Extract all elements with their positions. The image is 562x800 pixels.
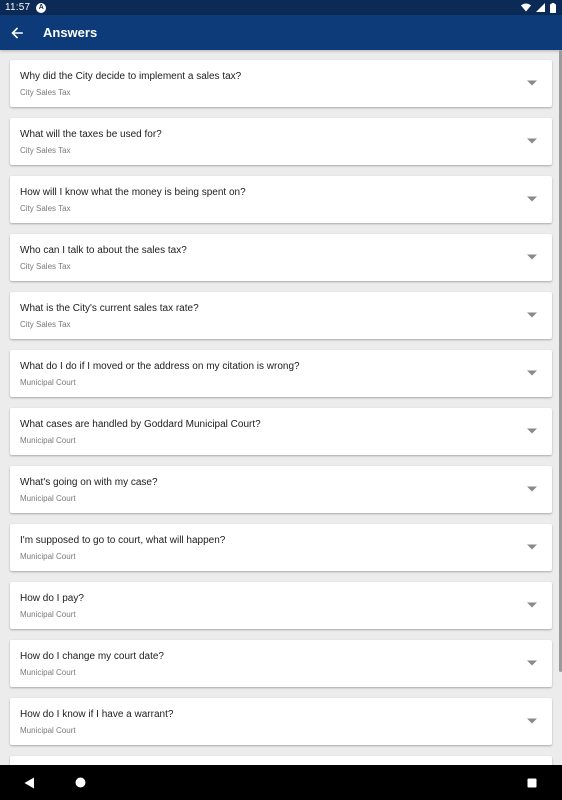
chevron-down-icon[interactable] — [526, 601, 538, 609]
app-bar: Answers — [0, 15, 562, 50]
signal-icon — [536, 3, 545, 12]
faq-item[interactable]: What cases are handled by Goddard Munici… — [10, 408, 552, 455]
status-bar: 11:57 A — [0, 0, 562, 15]
faq-question: What's going on with my case? — [20, 477, 158, 488]
faq-category: City Sales Tax — [20, 88, 71, 97]
faq-category: Municipal Court — [20, 436, 76, 445]
faq-category: City Sales Tax — [20, 262, 71, 271]
faq-question: How do I pay? — [20, 593, 84, 604]
chevron-down-icon[interactable] — [526, 717, 538, 725]
chevron-down-icon[interactable] — [526, 543, 538, 551]
faq-category: Municipal Court — [20, 668, 76, 677]
faq-item[interactable]: What will the taxes be used for? City Sa… — [10, 118, 552, 165]
faq-question: Who can I talk to about the sales tax? — [20, 245, 187, 256]
faq-question: How do I know if I have a warrant? — [20, 709, 174, 720]
chevron-down-icon[interactable] — [526, 659, 538, 667]
recents-square-icon — [527, 778, 537, 787]
faq-item-partial[interactable] — [10, 756, 552, 765]
back-button[interactable] — [1, 15, 33, 50]
faq-list[interactable]: Why did the City decide to implement a s… — [0, 50, 562, 765]
notification-letter: A — [38, 4, 44, 11]
faq-question: What do I do if I moved or the address o… — [20, 361, 300, 372]
chevron-down-icon[interactable] — [526, 195, 538, 203]
faq-category: City Sales Tax — [20, 320, 71, 329]
faq-question: How will I know what the money is being … — [20, 187, 246, 198]
faq-item[interactable]: I'm supposed to go to court, what will h… — [10, 524, 552, 571]
nav-home-button[interactable] — [60, 765, 100, 800]
screen: 11:57 A Answers Why did the City decide … — [0, 0, 562, 800]
nav-back-button[interactable] — [9, 765, 49, 800]
status-time: 11:57 — [5, 2, 31, 13]
faq-item[interactable]: Why did the City decide to implement a s… — [10, 60, 552, 107]
faq-question: What will the taxes be used for? — [20, 129, 162, 140]
faq-category: Municipal Court — [20, 378, 76, 387]
chevron-down-icon[interactable] — [526, 137, 538, 145]
faq-item[interactable]: What is the City's current sales tax rat… — [10, 292, 552, 339]
page-title: Answers — [43, 25, 98, 40]
faq-item[interactable]: What do I do if I moved or the address o… — [10, 350, 552, 397]
wifi-icon — [521, 3, 531, 12]
chevron-down-icon[interactable] — [526, 427, 538, 435]
faq-item[interactable]: How do I pay? Municipal Court — [10, 582, 552, 629]
battery-icon — [550, 2, 556, 13]
faq-item[interactable]: What's going on with my case? Municipal … — [10, 466, 552, 513]
faq-question: What cases are handled by Goddard Munici… — [20, 419, 261, 430]
faq-question: What is the City's current sales tax rat… — [20, 303, 199, 314]
chevron-down-icon[interactable] — [526, 253, 538, 261]
faq-item[interactable]: How will I know what the money is being … — [10, 176, 552, 223]
home-circle-icon — [75, 777, 85, 788]
chevron-down-icon[interactable] — [526, 369, 538, 377]
status-icons — [521, 2, 556, 13]
faq-question: How do I change my court date? — [20, 651, 164, 662]
faq-question: Why did the City decide to implement a s… — [20, 71, 242, 82]
back-arrow-icon — [11, 26, 23, 39]
faq-item[interactable]: Who can I talk to about the sales tax? C… — [10, 234, 552, 281]
faq-category: City Sales Tax — [20, 146, 71, 155]
notification-icon: A — [36, 2, 47, 13]
faq-item[interactable]: How do I know if I have a warrant? Munic… — [10, 698, 552, 745]
faq-category: Municipal Court — [20, 726, 76, 735]
faq-item[interactable]: How do I change my court date? Municipal… — [10, 640, 552, 687]
nav-recents-button[interactable] — [512, 765, 552, 800]
chevron-down-icon[interactable] — [526, 485, 538, 493]
chevron-down-icon[interactable] — [526, 311, 538, 319]
back-triangle-icon — [24, 777, 34, 788]
faq-category: Municipal Court — [20, 552, 76, 561]
chevron-down-icon[interactable] — [526, 79, 538, 87]
faq-category: City Sales Tax — [20, 204, 71, 213]
faq-category: Municipal Court — [20, 610, 76, 619]
system-nav-bar — [0, 765, 562, 800]
faq-category: Municipal Court — [20, 494, 76, 503]
faq-question: I'm supposed to go to court, what will h… — [20, 535, 226, 546]
